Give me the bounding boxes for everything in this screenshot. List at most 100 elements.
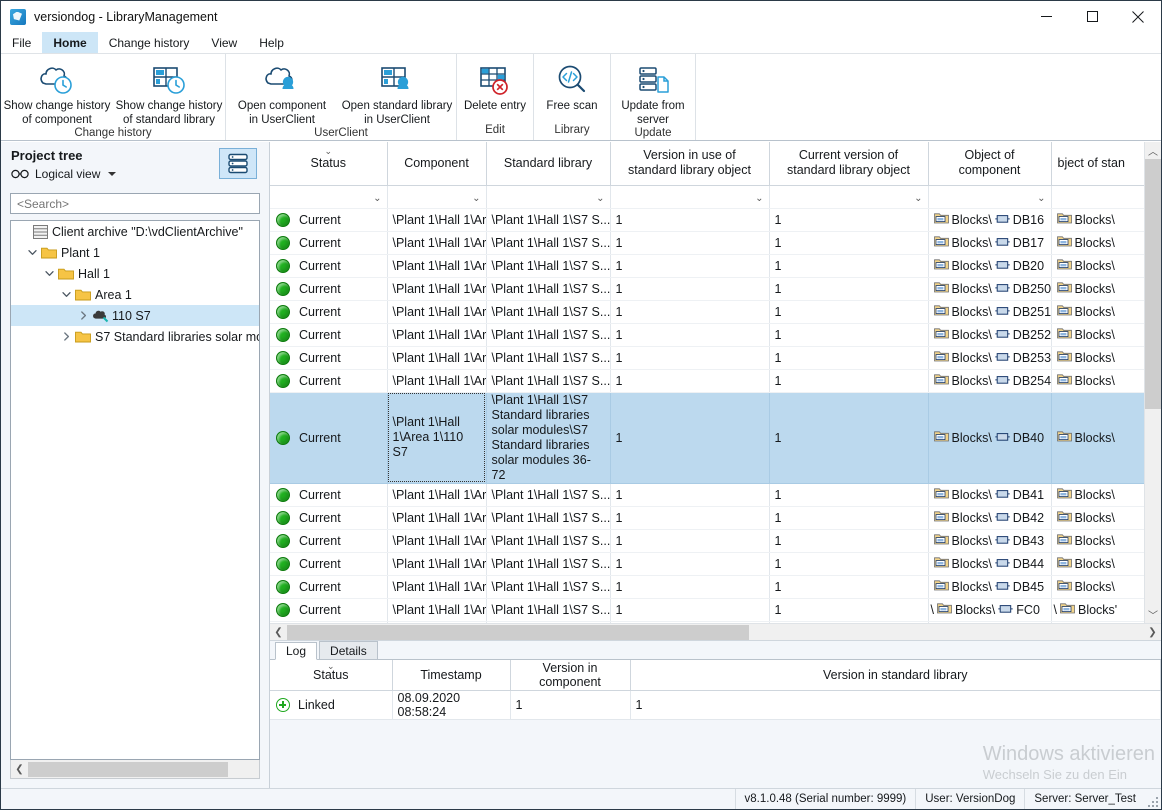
table-row[interactable]: Current\Plant 1\Hall 1\Are...\Plant 1\Ha…	[270, 208, 1144, 232]
tree-item-110-s7[interactable]: 110 S7	[11, 305, 259, 326]
menu-item-file[interactable]: File	[1, 32, 42, 53]
scroll-left-arrow-icon[interactable]: ❮	[11, 761, 28, 778]
ribbon-label: Delete entry	[463, 100, 526, 112]
menu-item-view[interactable]: View	[200, 32, 248, 53]
cell-version-in-use: 1	[610, 621, 770, 623]
scroll-left-arrow-icon[interactable]: ❮	[270, 624, 287, 641]
log-column-header-timestamp[interactable]: Timestamp	[392, 660, 511, 691]
project-tree[interactable]: Client archive "D:\vdClientArchive" Plan…	[10, 220, 260, 760]
tree-item-client-archive[interactable]: Client archive "D:\vdClientArchive"	[11, 221, 259, 242]
table-row[interactable]: Current\Plant 1\Hall 1\Are...\Plant 1\Ha…	[270, 506, 1144, 530]
chevron-right-icon[interactable]	[75, 308, 91, 324]
column-header-standard-library[interactable]: Standard library	[486, 142, 611, 186]
folder-icon	[1056, 235, 1072, 250]
search-input-wrapper[interactable]	[10, 193, 260, 214]
filter-object-of-standard-library[interactable]	[1051, 185, 1144, 209]
table-row[interactable]: Current\Plant 1\Hall 1\Are...\Plant 1\Ha…	[270, 598, 1144, 622]
table-row[interactable]: Current\Plant 1\Hall 1\Are...\Plant 1\Ha…	[270, 277, 1144, 301]
status-dot-icon	[276, 235, 290, 250]
show-change-history-of-standard-library-button[interactable]: Show change history of standard library	[113, 58, 225, 127]
minimize-button[interactable]	[1023, 1, 1069, 32]
update-from-server-button[interactable]: Update from server	[611, 58, 695, 127]
column-header-component[interactable]: Component	[387, 142, 487, 186]
chevron-down-icon: ⌄	[755, 192, 764, 204]
filter-object-of-component[interactable]: ⌄	[928, 185, 1052, 209]
tree-item-plant-1[interactable]: Plant 1	[11, 242, 259, 263]
table-row[interactable]: Current\Plant 1\Hall 1\Are...\Plant 1\Ha…	[270, 254, 1144, 278]
scrollbar-track[interactable]	[1145, 159, 1161, 606]
table-row[interactable]: Current\Plant 1\Hall 1\Are...\Plant 1\Ha…	[270, 621, 1144, 623]
log-column-header-status[interactable]: ⌄ Status	[270, 660, 393, 691]
filter-version-in-use[interactable]: ⌄	[610, 185, 770, 209]
cell-version-in-use: 1	[610, 277, 770, 301]
status-label: Current	[299, 487, 341, 502]
open-standard-library-in-userclient-button[interactable]: Open standard library in UserClient	[338, 58, 456, 127]
cell-status: Current	[270, 392, 388, 484]
tree-item-label: Area 1	[95, 287, 132, 302]
menu-item-help[interactable]: Help	[248, 32, 295, 53]
filter-component[interactable]: ⌄	[387, 185, 487, 209]
table-row[interactable]: Current \Plant 1\Hall 1\Area 1\110 S7 \Pla…	[270, 392, 1144, 484]
column-header-status[interactable]: ⌄ Status	[270, 142, 388, 186]
delete-entry-button[interactable]: Delete entry	[457, 58, 533, 114]
table-row[interactable]: Current\Plant 1\Hall 1\Are...\Plant 1\Ha…	[270, 323, 1144, 347]
column-header-current-version[interactable]: Current version of standard library obje…	[769, 142, 929, 186]
filter-status[interactable]: ⌄	[270, 185, 388, 209]
cell-standard-library: \Plant 1\Hall 1\S7 S...	[486, 346, 611, 370]
chevron-down-icon[interactable]	[58, 287, 74, 303]
scrollbar-thumb[interactable]	[1145, 159, 1161, 410]
search-input[interactable]	[15, 195, 255, 212]
close-button[interactable]	[1115, 1, 1161, 32]
tree-item-label: Client archive "D:\vdClientArchive"	[52, 224, 243, 239]
status-label: Current	[299, 350, 341, 365]
object-name-label: DB250	[1012, 281, 1051, 296]
library-grid-horizontal-scrollbar[interactable]: ❮ ❯	[270, 623, 1161, 640]
open-component-in-userclient-button[interactable]: Open component in UserClient	[226, 58, 338, 127]
resize-grip-icon[interactable]	[1145, 789, 1161, 810]
server-stack-icon[interactable]	[219, 148, 257, 179]
log-column-header-version-in-component[interactable]: Version in component	[510, 660, 631, 691]
maximize-button[interactable]	[1069, 1, 1115, 32]
log-row[interactable]: Linked 08.09.2020 08:58:24 1 1	[270, 690, 1161, 720]
column-header-object-of-standard-library[interactable]: bject of stan	[1051, 142, 1144, 186]
column-header-object-of-component[interactable]: Object of component	[928, 142, 1052, 186]
status-dot-icon	[276, 602, 290, 617]
chevron-down-icon[interactable]	[24, 245, 40, 261]
scroll-down-arrow-icon[interactable]: ﹀	[1145, 606, 1161, 623]
scrollbar-thumb[interactable]	[28, 761, 228, 777]
view-mode-selector[interactable]: Logical view	[11, 167, 117, 181]
table-row[interactable]: Current\Plant 1\Hall 1\Are...\Plant 1\Ha…	[270, 346, 1144, 370]
tree-item-hall-1[interactable]: Hall 1	[11, 263, 259, 284]
cell-version-in-use: 1	[610, 346, 770, 370]
column-header-version-in-use[interactable]: Version in use of standard library objec…	[610, 142, 770, 186]
table-row[interactable]: Current\Plant 1\Hall 1\Are...\Plant 1\Ha…	[270, 575, 1144, 599]
table-row[interactable]: Current\Plant 1\Hall 1\Are...\Plant 1\Ha…	[270, 552, 1144, 576]
scroll-up-arrow-icon[interactable]: ︿	[1145, 142, 1161, 159]
filter-current-version[interactable]: ⌄	[769, 185, 929, 209]
tree-item-s7-standard-libraries[interactable]: S7 Standard libraries solar modu	[11, 326, 259, 347]
table-row[interactable]: Current\Plant 1\Hall 1\Are...\Plant 1\Ha…	[270, 369, 1144, 393]
project-tree-horizontal-scrollbar[interactable]: ❮	[10, 760, 260, 779]
log-column-header-version-in-standard-library[interactable]: Version in standard library	[630, 660, 1161, 691]
scroll-right-arrow-icon[interactable]: ❯	[1144, 624, 1161, 641]
menu-item-change-history[interactable]: Change history	[98, 32, 201, 53]
cell-object-of-standard-library: Blocks\	[1051, 231, 1144, 255]
library-grid-vertical-scrollbar[interactable]: ︿ ﹀	[1144, 142, 1161, 623]
show-change-history-of-component-button[interactable]: Show change history of component	[1, 58, 113, 127]
table-row[interactable]: Current\Plant 1\Hall 1\Are...\Plant 1\Ha…	[270, 300, 1144, 324]
table-row[interactable]: Current\Plant 1\Hall 1\Are...\Plant 1\Ha…	[270, 483, 1144, 507]
chevron-down-icon[interactable]	[41, 266, 57, 282]
block-icon	[995, 534, 1010, 548]
free-scan-button[interactable]: Free scan	[534, 58, 610, 114]
cell-component: \Plant 1\Hall 1\Are...	[387, 575, 487, 599]
tab-log[interactable]: Log	[275, 642, 318, 660]
table-row[interactable]: Current\Plant 1\Hall 1\Are...\Plant 1\Ha…	[270, 231, 1144, 255]
tree-item-area-1[interactable]: Area 1	[11, 284, 259, 305]
chevron-right-icon[interactable]	[58, 329, 74, 345]
table-row[interactable]: Current\Plant 1\Hall 1\Are...\Plant 1\Ha…	[270, 529, 1144, 553]
tab-details[interactable]: Details	[319, 641, 378, 659]
scrollbar-thumb[interactable]	[287, 624, 749, 640]
menu-item-home[interactable]: Home	[42, 32, 98, 53]
title-bar: versiondog - LibraryManagement	[1, 1, 1161, 32]
filter-standard-library[interactable]: ⌄	[486, 185, 611, 209]
